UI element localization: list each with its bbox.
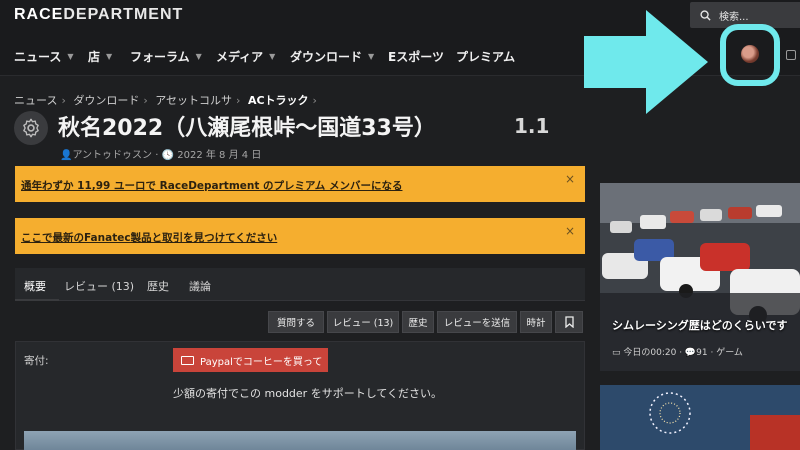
close-icon[interactable]: ×	[565, 224, 575, 238]
annotation-arrow-icon	[584, 10, 708, 114]
gear-icon	[23, 118, 39, 138]
sidebar-article-card-2[interactable]	[600, 385, 800, 450]
reviews-button[interactable]: レビュー (13)	[327, 311, 399, 333]
caret-down-icon: ▼	[106, 52, 113, 61]
caret-down-icon: ▼	[269, 52, 276, 61]
submit-review-button[interactable]: レビューを送信	[437, 311, 517, 333]
comments-icon: 💬	[684, 348, 697, 358]
notice-premium: 通年わずか 11,99 ユーロで RaceDepartment のプレミアム メ…	[15, 166, 585, 202]
paypal-button-label: Paypalでコーヒーを買って	[200, 356, 323, 368]
nav-item-esports[interactable]: Eスポーツ	[388, 48, 444, 65]
resource-meta: 👤アントゥドゥスン · 🕓 2022 年 8 月 4 日	[60, 150, 262, 161]
donate-label: 寄付:	[24, 355, 49, 367]
nav-item-news[interactable]: ニュース ▼	[14, 48, 74, 65]
close-icon[interactable]: ×	[565, 172, 575, 186]
nav-item-downloads[interactable]: ダウンロード ▼	[290, 48, 374, 65]
tab-reviews[interactable]: レビュー (13)	[64, 278, 134, 294]
site-logo[interactable]: RACEDEPARTMENT	[14, 6, 183, 24]
clock-icon: 🕓	[161, 150, 175, 161]
notice-fanatec: ここで最新のFanatec製品と取引を見つけてください ×	[15, 218, 585, 254]
nav-item-forum[interactable]: フォーラム ▼	[130, 48, 202, 65]
version-label: 1.1	[514, 114, 550, 138]
caret-down-icon: ▼	[368, 52, 375, 61]
bookmark-icon	[564, 316, 574, 328]
caret-down-icon: ▼	[67, 52, 74, 61]
racing-photo	[600, 183, 800, 371]
breadcrumb-assetto-corsa[interactable]: アセットコルサ	[155, 94, 232, 107]
credit-card-icon	[181, 355, 194, 365]
resource-icon	[14, 111, 48, 145]
watch-button[interactable]: 時計	[520, 311, 552, 333]
calendar-icon: ▭	[612, 348, 621, 358]
breadcrumb: ニュース › ダウンロード › アセットコルサ › ACトラック ›	[14, 94, 317, 107]
search-placeholder: 検索...	[719, 11, 749, 23]
track-preview-image[interactable]	[24, 431, 576, 450]
author-link[interactable]: アントゥドゥスン	[72, 150, 152, 161]
post-date: 2022 年 8 月 4 日	[177, 150, 262, 161]
nav-item-media[interactable]: メディア ▼	[216, 48, 275, 65]
notice-fanatec-link[interactable]: ここで最新のFanatec製品と取引を見つけてください	[21, 232, 277, 244]
user-avatar[interactable]	[741, 45, 759, 63]
active-tab-indicator	[15, 299, 59, 301]
bookmark-button[interactable]	[555, 311, 583, 333]
tab-history[interactable]: 歴史	[147, 278, 169, 294]
resource-tabs: 概要 レビュー (13) 歴史 議論	[15, 268, 585, 301]
history-button[interactable]: 歴史	[402, 311, 434, 333]
nav-item-shop[interactable]: 店 ▼	[88, 48, 112, 65]
breadcrumb-news[interactable]: ニュース	[14, 94, 57, 107]
caret-down-icon: ▼	[195, 52, 202, 61]
nav-item-premium[interactable]: プレミアム	[456, 48, 515, 65]
page-title: 秋名2022（八瀬尾根峠〜国道33号）	[58, 116, 436, 141]
fireworks-photo	[600, 385, 800, 450]
sidebar-card-meta: ▭ 今日の00:20 · 💬91 · ゲーム	[612, 348, 743, 358]
ask-question-button[interactable]: 質問する	[268, 311, 324, 333]
notice-premium-link[interactable]: 通年わずか 11,99 ユーロで RaceDepartment のプレミアム メ…	[21, 180, 402, 192]
paypal-donate-button[interactable]: Paypalでコーヒーを買って	[173, 348, 328, 372]
tab-overview[interactable]: 概要	[24, 278, 46, 294]
inbox-icon[interactable]	[786, 50, 796, 60]
breadcrumb-ac-tracks[interactable]: ACトラック	[248, 94, 309, 107]
race-cars-image	[600, 183, 800, 371]
support-text: 少額の寄付でこの modder をサポートしてください。	[173, 387, 443, 400]
tab-discussion[interactable]: 議論	[189, 278, 211, 294]
breadcrumb-downloads[interactable]: ダウンロード	[73, 94, 139, 107]
sidebar-article-card[interactable]	[600, 183, 800, 371]
sidebar-card-title[interactable]: シムレーシング歴はどのくらいです	[612, 317, 787, 333]
user-icon: 👤	[60, 150, 73, 161]
